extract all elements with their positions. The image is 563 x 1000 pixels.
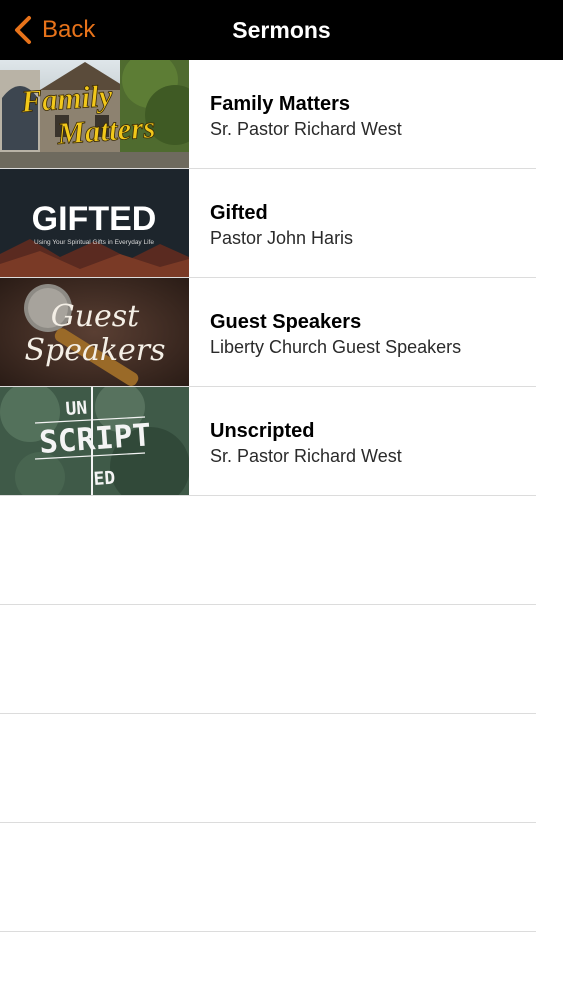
- artwork-title-line: GIFTED: [32, 200, 157, 238]
- artwork-title-line: ED: [93, 468, 116, 490]
- artwork-subtitle-line: Using Your Spiritual Gifts in Everyday L…: [34, 239, 154, 246]
- empty-list-row: [0, 605, 563, 714]
- back-button[interactable]: Back: [12, 12, 95, 48]
- chevron-left-icon: [15, 16, 31, 44]
- sermon-artwork-guest-speakers: Guest Speakers: [0, 278, 189, 386]
- sermon-row-unscripted[interactable]: UN SCRIPT ED Unscripted Sr. Pastor Richa…: [0, 387, 563, 496]
- sermon-speaker: Liberty Church Guest Speakers: [210, 337, 462, 357]
- empty-list-row: [0, 496, 563, 605]
- sermon-speaker: Sr. Pastor Richard West: [210, 119, 402, 139]
- sermon-artwork-family-matters: Family Matters: [0, 60, 189, 168]
- sermon-title: Guest Speakers: [210, 311, 362, 333]
- artwork-title-line: UN: [65, 398, 88, 420]
- navigation-bar: Back Sermons: [0, 0, 563, 60]
- back-label: Back: [42, 16, 96, 43]
- empty-list-row: [0, 714, 563, 823]
- sermon-row-family-matters[interactable]: Family Matters Family Matters Sr. Pastor…: [0, 60, 563, 169]
- sermon-title: Gifted: [210, 202, 268, 224]
- artwork-title-line: Guest: [51, 299, 140, 334]
- sermon-speaker: Sr. Pastor Richard West: [210, 446, 402, 466]
- artwork-title-line: Matters: [55, 109, 156, 151]
- empty-list-row: [0, 823, 563, 932]
- sermon-list: Family Matters Family Matters Sr. Pastor…: [0, 60, 563, 932]
- sermon-artwork-unscripted: UN SCRIPT ED: [0, 387, 189, 495]
- sermon-title: Unscripted: [210, 420, 315, 442]
- sermon-title: Family Matters: [210, 93, 351, 115]
- sermon-row-guest-speakers[interactable]: Guest Speakers Guest Speakers Liberty Ch…: [0, 278, 563, 387]
- sermon-speaker: Pastor John Haris: [210, 228, 354, 248]
- artwork-title-line: Speakers: [24, 333, 165, 368]
- sermon-row-gifted[interactable]: GIFTED Using Your Spiritual Gifts in Eve…: [0, 169, 563, 278]
- sermon-artwork-gifted: GIFTED Using Your Spiritual Gifts in Eve…: [0, 169, 189, 277]
